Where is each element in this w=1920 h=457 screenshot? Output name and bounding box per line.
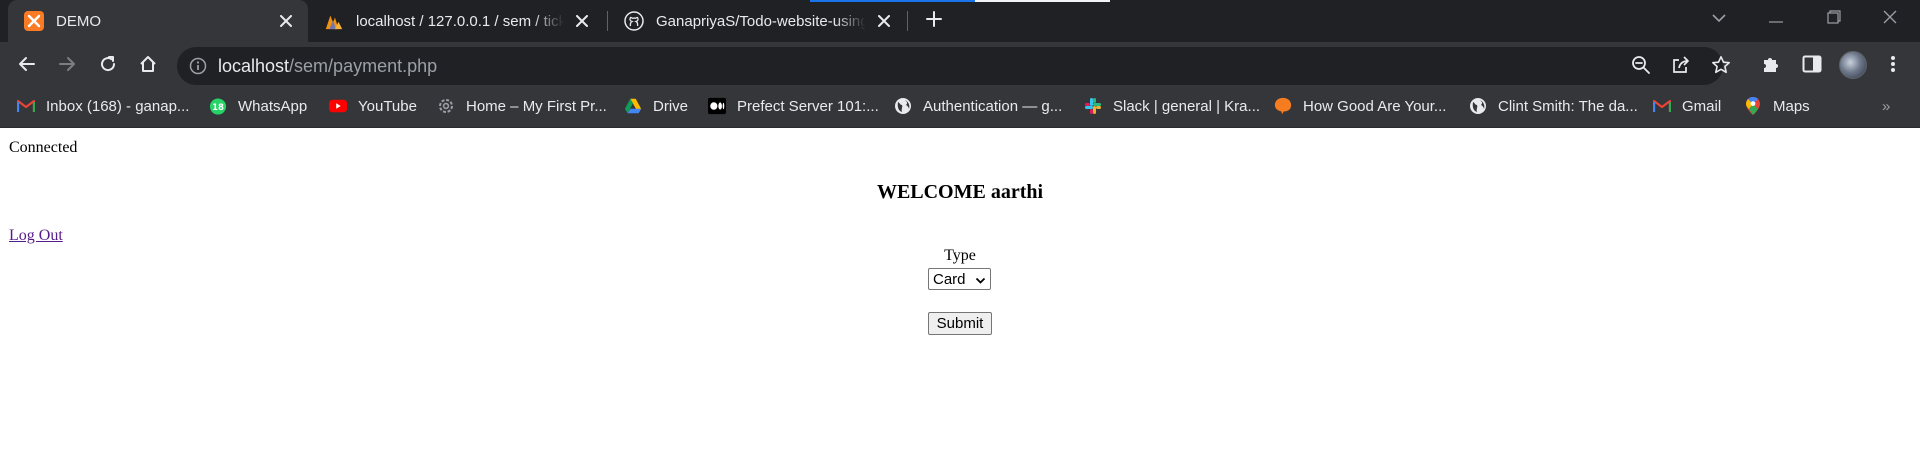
orange-blob-icon (1274, 97, 1292, 115)
close-icon[interactable] (276, 11, 296, 31)
bookmark-label: Slack | general | Kra... (1113, 97, 1261, 115)
tab-demo[interactable]: DEMO (8, 0, 308, 42)
reload-button[interactable] (93, 51, 123, 81)
close-icon (1883, 10, 1897, 29)
profile-avatar[interactable] (1839, 51, 1867, 79)
payment-type-value: Card (933, 270, 966, 288)
bookmark-label: Maps (1773, 97, 1810, 115)
connection-status: Connected (9, 139, 78, 156)
bookmark-home-my-first[interactable]: Home – My First Pr... (437, 90, 607, 122)
browser-toolbar: localhost/sem/payment.php (0, 42, 1920, 90)
minimize-icon (1769, 10, 1783, 28)
bookmarks-bar: Inbox (168) - ganap... 18 WhatsApp YouTu… (0, 90, 1920, 128)
bookmark-label: YouTube (358, 97, 417, 115)
whatsapp-icon: 18 (209, 97, 227, 115)
forward-button[interactable] (52, 51, 82, 81)
bookmark-slack[interactable]: Slack | general | Kra... (1084, 90, 1260, 122)
bookmark-label: How Good Are Your... (1303, 97, 1447, 115)
tab-title: localhost / 127.0.0.1 / sem / ticke (356, 12, 564, 30)
bookmark-youtube[interactable]: YouTube (329, 90, 417, 122)
gmail-icon (17, 97, 35, 115)
bookmark-label: Inbox (168) - ganap... (46, 97, 190, 115)
bookmark-how-good[interactable]: How Good Are Your... (1274, 90, 1446, 122)
tab-search-button[interactable] (1695, 0, 1743, 38)
tab-title: DEMO (56, 12, 101, 30)
bookmark-label: Gmail (1682, 97, 1722, 115)
side-panel-icon (1802, 55, 1822, 78)
medium-icon (708, 97, 726, 115)
zoom-out-icon (1631, 55, 1651, 80)
phpmyadmin-icon (324, 11, 344, 31)
bookmark-label: Clint Smith: The da... (1498, 97, 1638, 115)
bookmark-authentication[interactable]: Authentication — g... (894, 90, 1062, 122)
wordpress-icon (437, 97, 455, 115)
bookmark-prefect[interactable]: Prefect Server 101:... (708, 90, 879, 122)
tab-github[interactable]: GanapriyaS/Todo-website-using- (608, 0, 906, 42)
globe-icon (894, 97, 912, 115)
bookmark-drive[interactable]: Drive (624, 90, 688, 122)
share-icon (1671, 55, 1691, 80)
tab-separator (907, 11, 908, 31)
whatsapp-badge: 18 (212, 102, 224, 112)
bookmark-label: WhatsApp (238, 97, 308, 115)
bookmarks-overflow-button[interactable]: » (1882, 98, 1890, 115)
address-bar[interactable]: localhost/sem/payment.php (177, 47, 1730, 85)
bookmark-label: Drive (653, 97, 689, 115)
tab-strip: DEMO localhost / 127.0.0.1 / sem / ticke… (0, 0, 1920, 42)
arrow-left-icon (18, 55, 36, 78)
page-content: Connected WELCOME aarthi Log Out Type Ca… (0, 129, 1920, 457)
type-label: Type (944, 247, 976, 264)
share-button[interactable] (1668, 54, 1694, 80)
bookmark-gmail[interactable]: Gmail (1653, 90, 1721, 122)
reload-icon (99, 55, 117, 78)
extensions-button[interactable] (1756, 51, 1786, 81)
payment-type-select[interactable]: Card (928, 268, 991, 290)
info-icon[interactable] (188, 56, 208, 76)
bookmark-clint-smith[interactable]: Clint Smith: The da... (1469, 90, 1638, 122)
new-tab-button[interactable] (920, 9, 948, 33)
zoom-button[interactable] (1628, 54, 1654, 80)
home-icon (139, 55, 157, 78)
restore-icon (1827, 9, 1841, 29)
bookmark-label: Home – My First Pr... (466, 97, 607, 115)
slack-icon (1084, 97, 1102, 115)
url-host: localhost (218, 56, 290, 76)
close-icon[interactable] (572, 11, 592, 31)
close-icon[interactable] (874, 11, 894, 31)
plus-icon (926, 10, 942, 32)
menu-button[interactable] (1878, 51, 1908, 81)
bookmark-whatsapp[interactable]: 18 WhatsApp (209, 90, 307, 122)
tab-phpmyadmin[interactable]: localhost / 127.0.0.1 / sem / ticke (308, 0, 604, 42)
welcome-heading: WELCOME aarthi (876, 181, 1044, 203)
close-window-button[interactable] (1866, 0, 1914, 38)
google-drive-icon (624, 97, 642, 115)
back-button[interactable] (12, 51, 42, 81)
globe-icon (1469, 97, 1487, 115)
bookmark-inbox[interactable]: Inbox (168) - ganap... (17, 90, 189, 122)
more-vert-icon (1890, 55, 1896, 78)
bookmark-star-button[interactable] (1708, 54, 1734, 80)
side-panel-button[interactable] (1797, 51, 1827, 81)
puzzle-icon (1761, 54, 1781, 79)
tab-title: GanapriyaS/Todo-website-using- (656, 12, 866, 30)
submit-button[interactable]: Submit (928, 312, 992, 335)
home-button[interactable] (133, 51, 163, 81)
url-text[interactable]: localhost/sem/payment.php (218, 56, 437, 77)
minimize-button[interactable] (1752, 0, 1800, 38)
github-icon (624, 11, 644, 31)
gmail-icon (1653, 97, 1671, 115)
chevron-down-icon (975, 273, 986, 290)
url-path: /sem/payment.php (289, 56, 438, 76)
logout-link[interactable]: Log Out (9, 227, 63, 245)
chevron-down-icon (1712, 10, 1726, 28)
star-icon (1711, 55, 1731, 80)
google-maps-icon (1744, 97, 1762, 115)
arrow-right-icon (58, 55, 76, 78)
bookmark-label: Prefect Server 101:... (737, 97, 879, 115)
bookmark-maps[interactable]: Maps (1744, 90, 1810, 122)
restore-button[interactable] (1810, 0, 1858, 38)
youtube-icon (329, 97, 347, 115)
bookmark-label: Authentication — g... (923, 97, 1063, 115)
xampp-icon (24, 11, 44, 31)
